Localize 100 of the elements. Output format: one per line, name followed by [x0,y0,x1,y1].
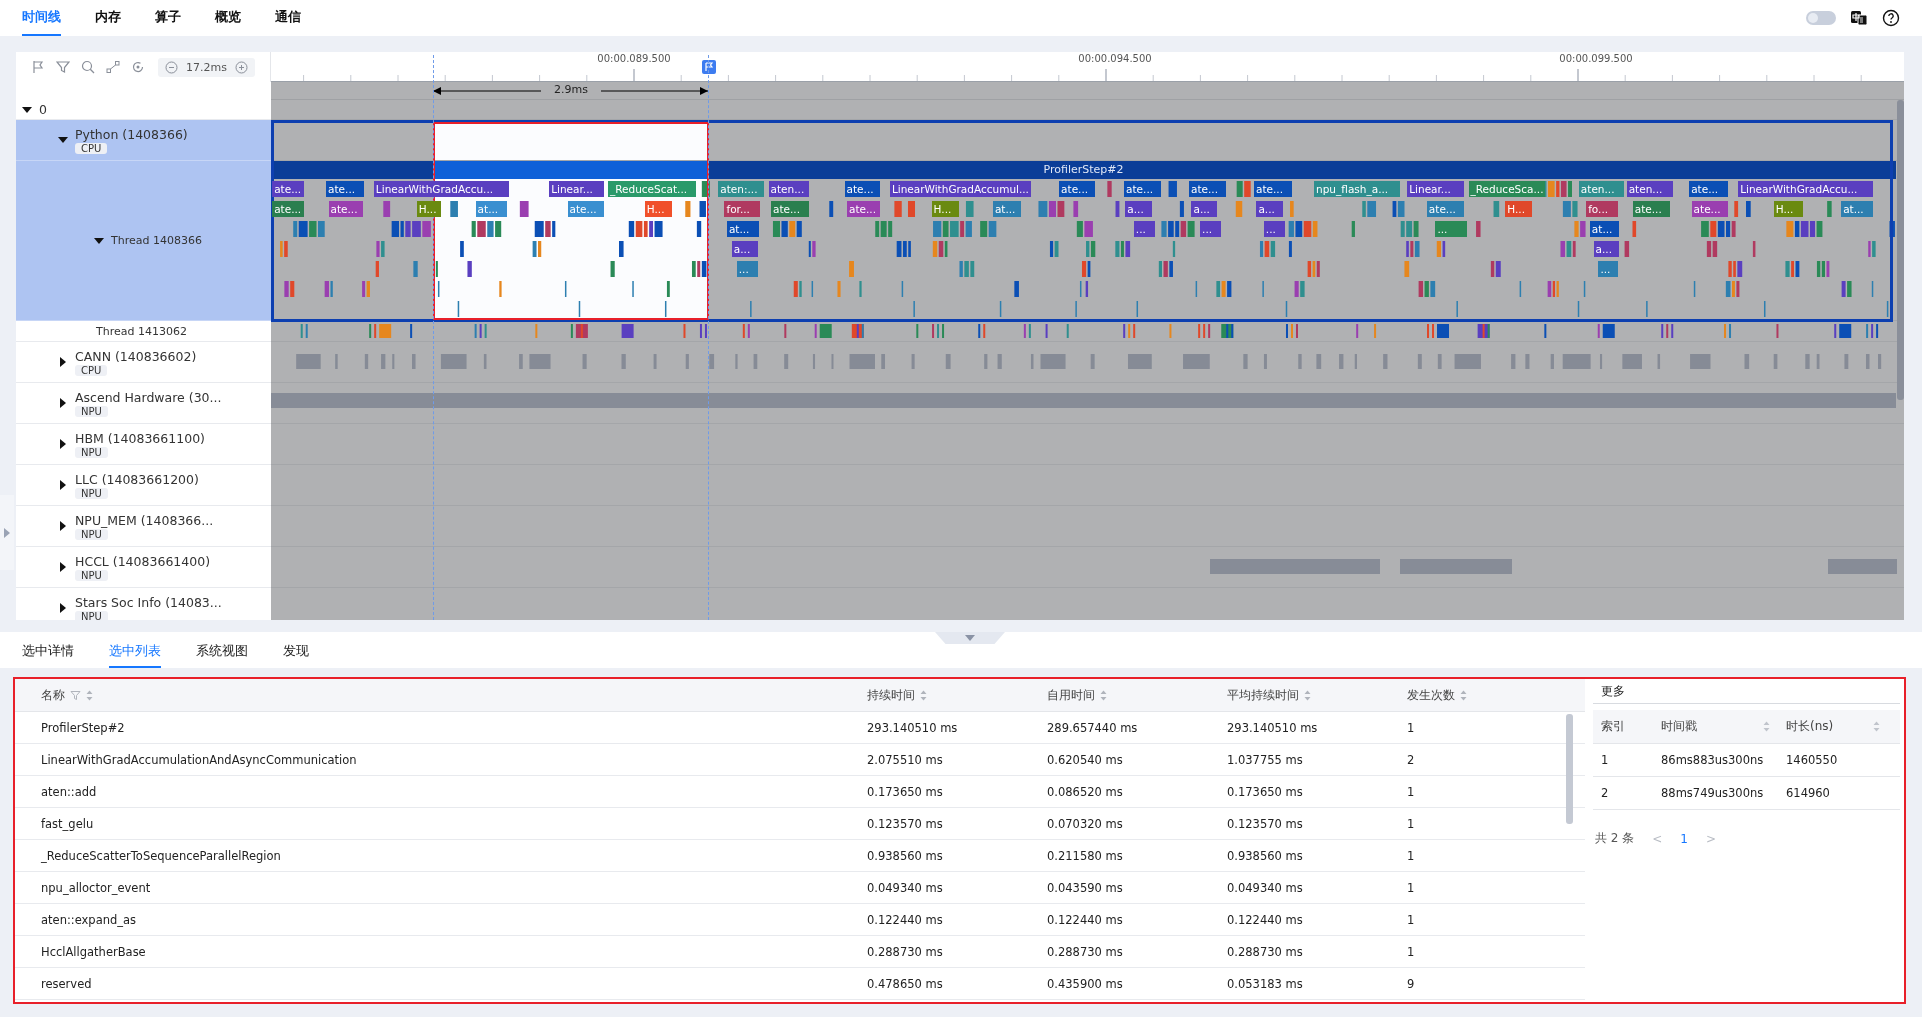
flame-slice[interactable]: Linear... [1407,181,1464,197]
flame-slice[interactable]: Linear... [549,181,605,197]
flame-slice[interactable]: at... [992,201,1022,217]
flame-slice[interactable]: for... [724,201,760,217]
column-header[interactable]: 索引 [1593,718,1653,735]
profiler-step-bar[interactable]: ProfilerStep#2 [271,161,1896,179]
flame-slice[interactable]: ate... [844,181,881,197]
zoom-out-icon[interactable] [165,60,178,74]
collapse-handle[interactable] [0,495,14,570]
flame-slice[interactable]: ate... [847,201,881,217]
flame-slice[interactable]: a... [1256,201,1284,217]
flame-slice[interactable]: H... [1773,201,1804,217]
view-tab[interactable]: 通信 [275,0,301,36]
expand-toggle[interactable] [94,237,104,244]
expand-toggle[interactable] [60,603,66,613]
flame-slice[interactable]: LinearWithGradAccu... [373,181,509,197]
expand-toggle[interactable] [22,106,32,113]
flame-slice[interactable]: ate... [326,181,365,197]
flame-slice[interactable]: ate... [1124,181,1161,197]
flame-slice[interactable]: fo... [1586,201,1619,217]
panel-tab[interactable]: 选中列表 [109,636,161,668]
view-tab[interactable]: 内存 [95,0,121,36]
column-header[interactable]: 自用时间 [1047,686,1227,704]
sort-icon[interactable] [920,689,927,701]
flame-slice[interactable]: a... [731,241,758,257]
flame-slice[interactable]: ate... [1189,181,1226,197]
panel-tab[interactable]: 选中详情 [22,636,74,668]
flame-slice[interactable]: ate... [272,201,304,217]
link-icon[interactable] [106,60,120,74]
flame-slice[interactable]: H... [644,201,672,217]
flame-slice[interactable]: ate... [771,201,809,217]
page-number[interactable]: 1 [1680,831,1688,846]
expand-toggle[interactable] [58,137,68,143]
flame-slice[interactable]: ... [1200,221,1221,237]
flag-icon[interactable] [31,60,45,74]
flame-slice[interactable]: aten... [1578,181,1625,197]
zoom-in-icon[interactable] [234,60,248,74]
expand-toggle[interactable] [60,480,66,490]
flame-slice[interactable]: a... [1593,241,1620,257]
column-header[interactable]: 发生次数 [1407,686,1577,704]
toggle-switch[interactable] [1806,11,1836,25]
flame-slice[interactable]: ate... [1426,201,1464,217]
panel-tab[interactable]: 系统视图 [196,636,248,668]
search-icon[interactable] [81,60,95,74]
flame-slice[interactable]: ate... [1059,181,1095,197]
column-header[interactable]: 时间戳 [1653,718,1778,735]
flame-slice[interactable]: H... [1505,201,1533,217]
panel-tab[interactable]: 发现 [283,636,309,668]
flame-slice[interactable]: H... [416,201,442,217]
expand-toggle[interactable] [60,398,66,408]
flame-slice[interactable]: ate... [1691,201,1729,217]
scrollbar[interactable] [1897,100,1904,400]
sort-icon[interactable] [1873,721,1880,732]
flame-slice[interactable]: aten... [1626,181,1674,197]
language-icon[interactable] [1850,9,1868,27]
flame-slice[interactable]: LinearWithGradAccu... [1738,181,1873,197]
column-header[interactable]: 名称 [15,686,867,704]
column-header[interactable]: 平均持续时间 [1227,686,1407,704]
reset-icon[interactable] [131,60,145,74]
flame-slice[interactable]: _ReduceSca... [1468,181,1546,197]
flame-slice[interactable]: a... [1125,201,1153,217]
filter-icon[interactable] [56,60,70,74]
expand-toggle[interactable] [60,521,66,531]
flame-slice[interactable]: ate... [328,201,363,217]
scrollbar[interactable] [1566,714,1573,824]
flame-slice[interactable]: npu_flash_a... [1314,181,1400,197]
view-tab[interactable]: 算子 [155,0,181,36]
flame-slice[interactable]: ... [1435,221,1468,237]
view-tab[interactable]: 概览 [215,0,241,36]
sort-icon[interactable] [1304,689,1311,701]
flame-slice[interactable]: a... [1191,201,1218,217]
column-header[interactable]: 持续时间 [867,686,1047,704]
help-icon[interactable] [1882,9,1900,27]
flame-slice[interactable]: ... [736,261,758,277]
sort-icon[interactable] [1763,721,1770,732]
expand-toggle[interactable] [60,562,66,572]
sort-icon[interactable] [1460,689,1467,701]
sort-icon[interactable] [1100,689,1107,701]
flame-slice[interactable]: ate... [1254,181,1292,197]
view-tab[interactable]: 时间线 [22,0,61,36]
expand-toggle[interactable] [60,439,66,449]
expand-toggle[interactable] [60,357,66,367]
flame-slice[interactable]: ate... [272,181,304,197]
flame-slice[interactable]: aten... [768,181,809,197]
flame-slice[interactable]: at... [1589,221,1620,237]
sort-icon[interactable] [86,689,93,701]
flame-slice[interactable]: aten:... [718,181,764,197]
column-header[interactable]: 时长(ns) [1778,718,1888,735]
bookmark-icon[interactable] [702,60,716,74]
flame-slice[interactable]: ... [1598,261,1619,277]
flame-slice[interactable]: at... [726,221,759,237]
flame-slice[interactable]: _ReduceScat... [608,181,697,197]
flame-slice[interactable]: ate... [1632,201,1670,217]
flame-slice[interactable]: ate... [1689,181,1729,197]
flame-slice[interactable]: LinearWithGradAccumul... [889,181,1031,197]
flame-slice[interactable]: ... [1133,221,1155,237]
flame-slice[interactable]: ... [1263,221,1285,237]
flame-slice[interactable]: H... [931,201,959,217]
filter-icon[interactable] [70,689,81,701]
flame-slice[interactable]: at... [1841,201,1873,217]
